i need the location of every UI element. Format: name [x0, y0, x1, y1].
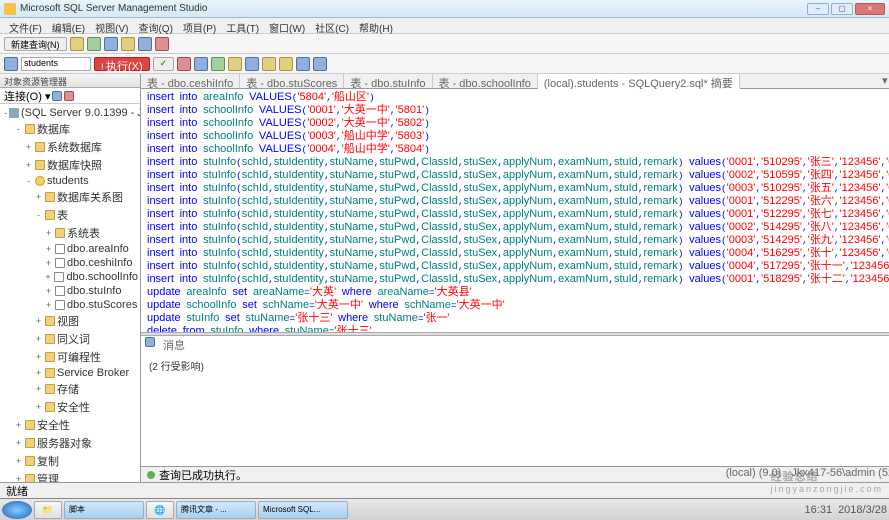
taskbar-app-2[interactable]: 腾讯文章 - ...: [176, 501, 256, 519]
app-status-text: 就绪: [6, 483, 28, 499]
comment-icon[interactable]: [296, 57, 310, 71]
tree-item[interactable]: +数据库关系图: [2, 188, 138, 206]
tab-stuinfo[interactable]: 表 - dbo.stuInfo: [344, 74, 432, 88]
tree-item[interactable]: +安全性: [2, 398, 138, 416]
menu-tools[interactable]: 工具(T): [221, 18, 264, 33]
indent-icon[interactable]: [262, 57, 276, 71]
tree-item[interactable]: +系统表: [2, 224, 138, 242]
menu-project[interactable]: 项目(P): [178, 18, 221, 33]
new-query-button[interactable]: 新建查询(N): [4, 37, 67, 51]
tab-active-query[interactable]: (local).students - SQLQuery2.sql* 摘要: [538, 74, 740, 89]
tree-item[interactable]: +Service Broker: [2, 366, 138, 380]
browser-icon[interactable]: 🌐: [146, 501, 174, 519]
uncomment-icon[interactable]: [313, 57, 327, 71]
tree-item[interactable]: +存储: [2, 380, 138, 398]
app-icon: [4, 3, 16, 15]
tree-item[interactable]: +管理: [2, 470, 138, 482]
tab-nav-dropdown[interactable]: ▾: [878, 74, 889, 88]
parse-button[interactable]: ✓: [153, 57, 175, 71]
sql-editor[interactable]: insert into areaInfo VALUES('5804','船山区'…: [141, 89, 889, 332]
filter-icon[interactable]: [64, 91, 74, 101]
app-title: Microsoft SQL Server Management Studio: [20, 3, 807, 14]
titlebar: Microsoft SQL Server Management Studio –…: [0, 0, 889, 18]
tree-item[interactable]: +系统数据库: [2, 138, 138, 156]
taskbar-app-3[interactable]: Microsoft SQL...: [258, 501, 348, 519]
toolbar-2: students ! 执行(X) ✓: [0, 54, 889, 74]
menu-community[interactable]: 社区(C): [310, 18, 354, 33]
tab-stuscores[interactable]: 表 - dbo.stuScores: [240, 74, 344, 88]
results-grid-icon[interactable]: [211, 57, 225, 71]
connect-dropdown[interactable]: 连接(O) ▾: [4, 88, 50, 104]
menu-file[interactable]: 文件(F): [4, 18, 47, 33]
tree-item[interactable]: +dbo.ceshiInfo: [2, 256, 138, 270]
results-tab-messages[interactable]: 消息: [159, 337, 189, 349]
tree-item[interactable]: -数据库: [2, 120, 138, 138]
results-pane: 消息 (2 行受影响): [141, 336, 889, 466]
tree-item[interactable]: -students: [2, 174, 138, 188]
tree-item[interactable]: +同义词: [2, 330, 138, 348]
execute-button[interactable]: ! 执行(X): [94, 57, 150, 71]
outdent-icon[interactable]: [279, 57, 293, 71]
taskbar-app-1[interactable]: 脚本: [64, 501, 144, 519]
results-message: (2 行受影响): [141, 350, 889, 466]
tab-schoolinfo[interactable]: 表 - dbo.schoolInfo: [433, 74, 538, 88]
menu-help[interactable]: 帮助(H): [354, 18, 398, 33]
save-all-icon[interactable]: [104, 37, 118, 51]
tray-date[interactable]: 2018/3/28: [838, 504, 887, 516]
results-text-icon[interactable]: [228, 57, 242, 71]
plan-icon[interactable]: [194, 57, 208, 71]
stop-icon[interactable]: [177, 57, 191, 71]
tree-item[interactable]: +dbo.stuInfo: [2, 284, 138, 298]
menu-window[interactable]: 窗口(W): [264, 18, 310, 33]
tree-item[interactable]: +复制: [2, 452, 138, 470]
status-server: (local) (9.0): [726, 467, 782, 483]
tree-item[interactable]: +视图: [2, 312, 138, 330]
menu-view[interactable]: 视图(V): [90, 18, 133, 33]
query-statusbar: 查询已成功执行。 (local) (9.0) Jkx417-56\admin (…: [141, 466, 889, 482]
status-text: 查询已成功执行。: [159, 467, 247, 483]
status-user: Jkx417-56\admin (52): [791, 467, 889, 483]
start-button[interactable]: [2, 501, 32, 519]
tree-item[interactable]: +dbo.areaInfo: [2, 242, 138, 256]
taskbar: 📁 脚本 🌐 腾讯文章 - ... Microsoft SQL... 16:31…: [0, 498, 889, 520]
tray-time[interactable]: 16:31: [805, 504, 833, 516]
menubar: 文件(F) 编辑(E) 视图(V) 查询(Q) 项目(P) 工具(T) 窗口(W…: [0, 18, 889, 34]
save-icon[interactable]: [87, 37, 101, 51]
tree-item[interactable]: +服务器对象: [2, 434, 138, 452]
tree-item[interactable]: +安全性: [2, 416, 138, 434]
status-ok-icon: [147, 471, 155, 479]
tree-item[interactable]: +dbo.schoolInfo: [2, 270, 138, 284]
open-icon[interactable]: [70, 37, 84, 51]
connect-icon[interactable]: [4, 57, 18, 71]
menu-edit[interactable]: 编辑(E): [47, 18, 90, 33]
explorer-icon[interactable]: 📁: [34, 501, 62, 519]
tree-item[interactable]: -(SQL Server 9.0.1399 - Jkx417-56\admin: [2, 106, 138, 120]
app-statusbar: 就绪: [0, 482, 889, 498]
maximize-button[interactable]: ▢: [831, 3, 853, 15]
refresh-icon[interactable]: [52, 91, 62, 101]
results-file-icon[interactable]: [245, 57, 259, 71]
folder-icon[interactable]: [121, 37, 135, 51]
toolbar-1: 新建查询(N): [0, 34, 889, 54]
database-dropdown[interactable]: students: [21, 57, 91, 71]
object-explorer: 对象资源管理器 连接(O) ▾ -(SQL Server 9.0.1399 - …: [0, 74, 141, 482]
tree-item[interactable]: -表: [2, 206, 138, 224]
menu-query[interactable]: 查询(Q): [133, 18, 177, 33]
object-explorer-icon[interactable]: [138, 37, 152, 51]
minimize-button[interactable]: –: [807, 3, 829, 15]
sidebar-header: 对象资源管理器: [0, 74, 140, 88]
tree-item[interactable]: +可编程性: [2, 348, 138, 366]
tree-item[interactable]: +dbo.stuScores: [2, 298, 138, 312]
tab-ceshi[interactable]: 表 - dbo.ceshiInfo: [141, 74, 240, 88]
tree: -(SQL Server 9.0.1399 - Jkx417-56\admin-…: [0, 104, 140, 482]
close-button[interactable]: ×: [855, 3, 885, 15]
document-tabs: 表 - dbo.ceshiInfo 表 - dbo.stuScores 表 - …: [141, 74, 889, 89]
tree-item[interactable]: +数据库快照: [2, 156, 138, 174]
messages-icon: [145, 337, 155, 347]
properties-icon[interactable]: [155, 37, 169, 51]
